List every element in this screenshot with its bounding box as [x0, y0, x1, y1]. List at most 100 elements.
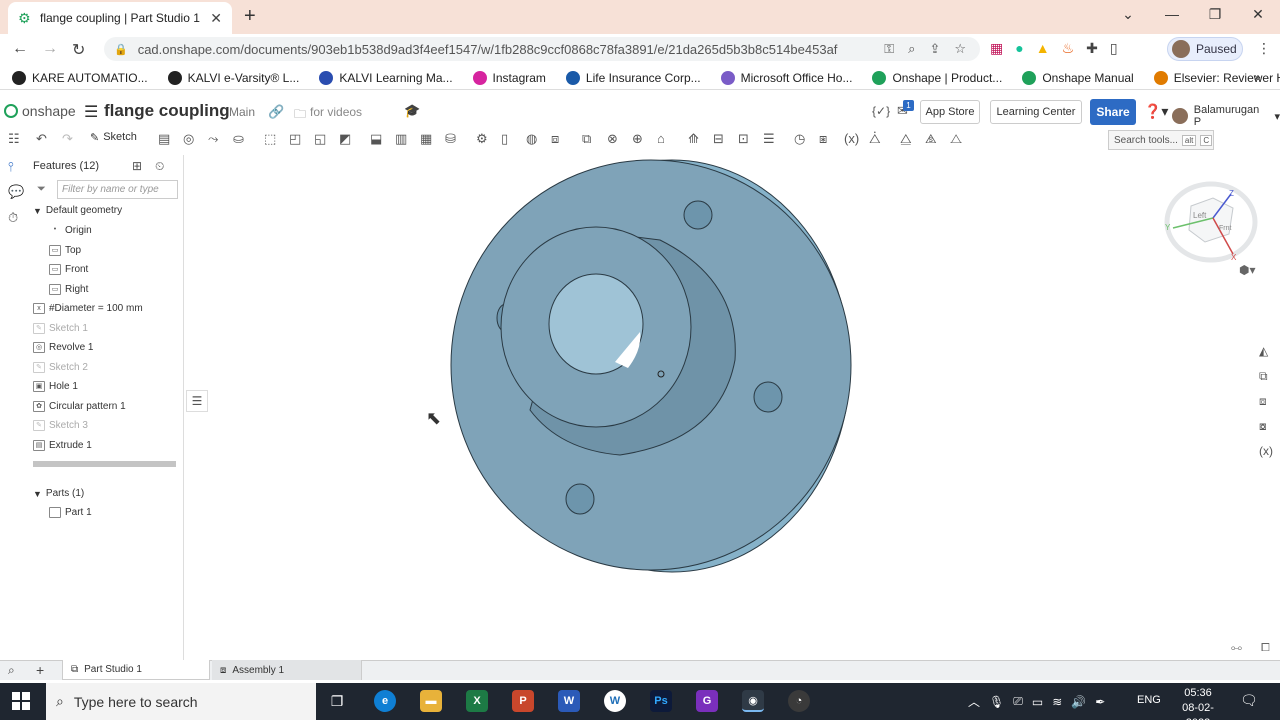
browser-tab[interactable]: ⚙ flange coupling | Part Studio 1 ✕ — [8, 2, 232, 34]
bookmark-item[interactable]: Life Insurance Corp... — [565, 70, 701, 85]
surface-icon[interactable]: ⧊ — [869, 131, 881, 147]
edge-icon[interactable]: e — [374, 690, 396, 712]
part-item[interactable]: Part 1 — [49, 507, 92, 518]
learning-cap-icon[interactable]: 🎓 — [404, 103, 420, 119]
feature-item[interactable]: ▣ Hole 1 — [33, 381, 78, 392]
document-menu-icon[interactable]: ☰ — [84, 102, 98, 122]
mate-connector-icon[interactable]: ⟰ — [688, 131, 699, 147]
fire-extension-icon[interactable]: ♨ — [1062, 40, 1075, 57]
key-icon[interactable]: ⚿ — [884, 41, 894, 57]
search-tools-input[interactable]: Search tools... alt C — [1108, 130, 1214, 150]
zoom-icon[interactable]: ⌕ — [908, 41, 915, 57]
fillet-icon[interactable]: ◰ — [289, 131, 301, 147]
puzzle-extensions-icon[interactable]: ✚ — [1086, 40, 1098, 57]
plane-icon[interactable]: ⊕ — [632, 131, 643, 147]
language-indicator[interactable]: ENG — [1137, 694, 1161, 706]
app-store-button[interactable]: App Store — [920, 100, 980, 124]
back-icon[interactable]: ← — [12, 40, 28, 58]
photoshop-icon[interactable]: Ps — [650, 690, 672, 712]
transform-icon[interactable]: ◍ — [526, 131, 537, 147]
onshape-logo[interactable]: onshape — [4, 103, 76, 119]
tab-search-chevron-icon[interactable]: ⌄ — [1118, 6, 1138, 23]
new-tab-button[interactable]: + — [244, 6, 256, 26]
file-explorer-icon[interactable]: ▬ — [420, 690, 442, 712]
parts-group[interactable]: ▼ Parts (1) — [33, 488, 84, 499]
drive-icon[interactable]: ▲ — [1036, 40, 1050, 57]
bookmark-item[interactable]: Onshape Manual — [1022, 70, 1134, 85]
volume-icon[interactable]: 🔊 — [1071, 695, 1086, 709]
bookmark-item[interactable]: Microsoft Office Ho... — [720, 70, 852, 85]
rollback-bar[interactable] — [33, 461, 176, 467]
word-icon[interactable]: W — [558, 690, 580, 712]
share-button[interactable]: Share — [1090, 99, 1136, 125]
measure-icon[interactable]: ⧠ — [1261, 642, 1270, 655]
notification-center-icon[interactable]: 🗨 — [1240, 692, 1258, 709]
tools-icon[interactable]: ⧍ — [950, 131, 962, 147]
pattern-icon[interactable]: ⧈ — [551, 131, 559, 147]
bom-panel-icon[interactable]: ⧉ — [1259, 369, 1268, 384]
split-icon[interactable]: ▯ — [501, 131, 508, 147]
bookmark-item[interactable]: KARE AUTOMATIO... — [12, 70, 148, 85]
comments-icon[interactable]: 💬 — [8, 184, 24, 200]
derived-icon[interactable]: ⧌ — [925, 131, 937, 147]
measure-icon[interactable]: ◷ — [794, 131, 805, 147]
add-folder-icon[interactable]: ⊞ — [132, 159, 142, 173]
extrude-icon[interactable]: ▤ — [158, 131, 170, 147]
address-bar[interactable]: 🔒 cad.onshape.com/documents/903eb1b538d9… — [104, 37, 980, 61]
feature-item[interactable]: ▭ Top — [49, 244, 81, 256]
share-page-icon[interactable]: ⇪ — [929, 41, 940, 57]
browser-menu-icon[interactable]: ⋮ — [1257, 40, 1271, 57]
excel-icon[interactable]: X — [466, 690, 488, 712]
bookmark-item[interactable]: Onshape | Product... — [872, 70, 1002, 85]
document-name[interactable]: flange coupling — [104, 101, 230, 121]
appearance-panel-icon[interactable]: ◭ — [1259, 344, 1268, 358]
windows-start-icon[interactable] — [12, 692, 30, 710]
extension-m-icon[interactable]: ▦ — [990, 40, 1003, 57]
draft-icon[interactable]: ◩ — [339, 131, 351, 147]
view-cube-left-face[interactable]: Left — [1193, 211, 1207, 220]
view-cube-front-face[interactable]: Frnt — [1219, 225, 1232, 232]
feature-item[interactable]: ✎ Sketch 1 — [33, 322, 88, 334]
feature-item[interactable]: ◎ Revolve 1 — [33, 342, 93, 353]
minimize-icon[interactable]: — — [1162, 6, 1182, 22]
folder-breadcrumb[interactable]: 🗀 for videos — [294, 105, 362, 126]
sheet-metal-icon[interactable]: ⊟ — [713, 131, 724, 147]
custom-features-icon[interactable]: {✓} — [872, 104, 890, 118]
obs-recorder-icon[interactable]: ◔ — [788, 690, 810, 712]
reload-icon[interactable]: ↻ — [72, 40, 85, 60]
feature-list-toggle-icon[interactable]: ☷ — [8, 131, 20, 147]
chrome-icon[interactable]: ◉ — [742, 690, 764, 712]
feature-item[interactable]: x #Diameter = 100 mm — [33, 303, 143, 314]
hole-icon[interactable]: ▦ — [420, 131, 432, 147]
close-tab-icon[interactable]: ✕ — [210, 10, 222, 27]
tab-part-studio-1[interactable]: ⧉ Part Studio 1 — [62, 660, 210, 680]
view-options-icon[interactable]: ⬢▾ — [1239, 263, 1256, 277]
configurations-icon[interactable]: ⧈ — [1259, 394, 1267, 409]
show-hidden-icons-icon[interactable]: ︿ — [968, 693, 980, 710]
tab-assembly-1[interactable]: ⧈ Assembly 1 — [212, 660, 362, 680]
clock[interactable]: 05:36 08-02-2023 — [1170, 686, 1226, 720]
taskbar-search[interactable]: ⌕ Type here to search — [46, 683, 316, 720]
variables-table-icon[interactable]: (x) — [1259, 444, 1273, 458]
graphics-viewport[interactable] — [185, 155, 1255, 660]
sweep-icon[interactable]: ⤳ — [208, 131, 218, 147]
rib-icon[interactable]: ⬓ — [370, 131, 382, 147]
boolean-icon[interactable]: ⚙ — [476, 131, 488, 147]
rollback-timer-icon[interactable]: ⏲ — [155, 159, 164, 174]
loft-icon[interactable]: ⛀ — [233, 131, 244, 147]
bookmark-item[interactable]: KALVI e-Varsity® L... — [167, 70, 299, 85]
forward-icon[interactable]: → — [42, 40, 58, 58]
whiteboard-icon[interactable]: W — [604, 690, 626, 712]
cylinder-icon[interactable]: ⛁ — [445, 131, 456, 147]
powerpoint-icon[interactable]: P — [512, 690, 534, 712]
grammarly-icon[interactable]: ● — [1015, 40, 1023, 57]
link-icon[interactable]: 🔗 — [268, 104, 284, 120]
mirror-icon[interactable]: ⧉ — [582, 131, 591, 147]
feature-item[interactable]: ▭ Right — [49, 283, 88, 295]
features-panel-icon[interactable]: ⫯ — [8, 159, 14, 175]
shell-icon[interactable]: ▥ — [395, 131, 407, 147]
helix-icon[interactable]: ⌂ — [657, 131, 665, 146]
function-icon[interactable]: (x) — [844, 131, 859, 146]
undo-icon[interactable]: ↶ — [36, 131, 47, 147]
default-geometry-group[interactable]: ▼ Default geometry — [33, 205, 122, 216]
